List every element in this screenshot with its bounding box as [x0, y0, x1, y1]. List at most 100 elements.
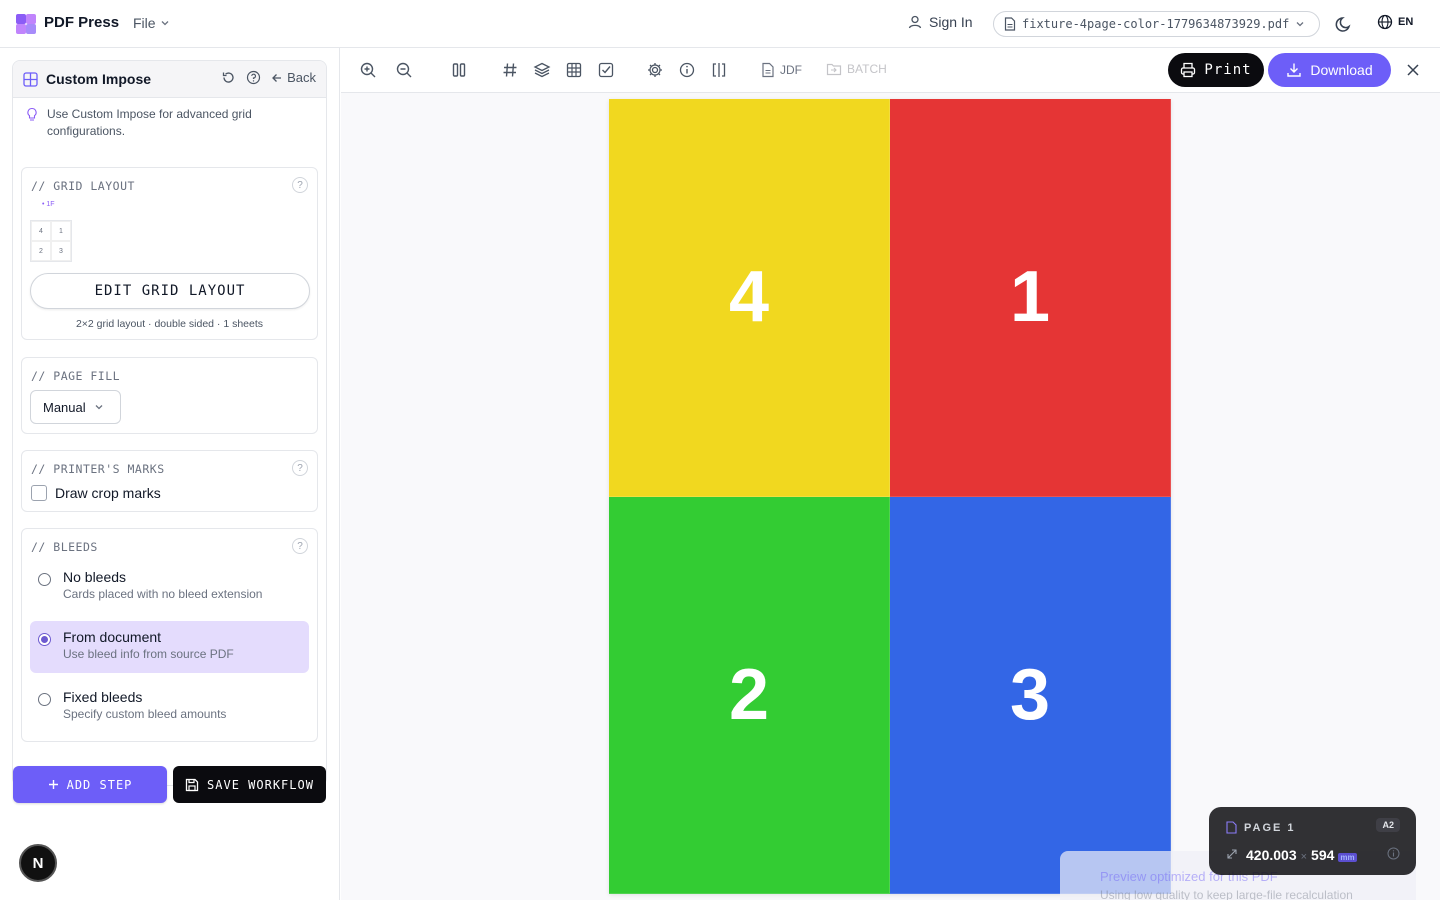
option-label: From document	[63, 629, 162, 645]
add-step-button[interactable]: ADD STEP	[13, 766, 167, 803]
folder-import-icon	[826, 63, 842, 76]
app-name: PDF Press	[44, 14, 120, 31]
page-label: PAGE 1	[1244, 822, 1296, 834]
arrow-left-icon	[272, 73, 282, 82]
chevron-down-icon	[95, 405, 103, 410]
grid-summary: 2×2 grid layout · double sided · 1 sheet…	[75, 318, 264, 330]
save-workflow-label: SAVE WORKFLOW	[207, 777, 314, 792]
bleed-option-fixed[interactable]: Fixed bleeds Specify custom bleed amount…	[30, 681, 309, 733]
custom-impose-panel: Custom Impose Back Use Custom Impose for…	[12, 60, 327, 786]
chevron-down-icon	[1296, 22, 1304, 27]
help-icon[interactable]: ?	[292, 177, 308, 193]
file-name: fixture-4page-color-1779634873929.pdf	[1022, 17, 1290, 31]
sign-in-button[interactable]: Sign In	[907, 14, 973, 30]
option-label: Fixed bleeds	[63, 689, 143, 705]
toolbar: JDF BATCH Print Download	[341, 48, 1440, 93]
download-label: Download	[1310, 62, 1373, 78]
user-icon	[908, 15, 922, 29]
download-button[interactable]: Download	[1268, 53, 1391, 87]
print-button[interactable]: Print	[1168, 53, 1264, 87]
file-select[interactable]: fixture-4page-color-1779634873929.pdf	[993, 11, 1320, 37]
language-label: EN	[1398, 16, 1414, 28]
page-cell: 1	[890, 99, 1171, 497]
file-menu-label: File	[133, 15, 156, 31]
jdf-button[interactable]: JDF	[761, 62, 802, 78]
radio-button[interactable]	[38, 693, 51, 706]
columns-icon[interactable]	[450, 61, 468, 79]
page-dimensions: 420.003 × 594 mm	[1246, 847, 1357, 863]
preview-canvas[interactable]: 4 1 2 3 Preview optimized for this PDF U…	[341, 93, 1440, 900]
option-label: No bleeds	[63, 569, 127, 585]
zoom-in-icon[interactable]	[359, 61, 377, 79]
page-number: 1	[1009, 257, 1051, 338]
grid-cell: 2	[31, 241, 51, 261]
globe-icon	[1377, 14, 1393, 30]
help-circle-icon[interactable]	[246, 70, 261, 85]
info-icon[interactable]	[678, 61, 696, 79]
back-button[interactable]: Back	[271, 70, 316, 85]
grid-face-label: • 1F	[42, 201, 55, 208]
page-size-badge: A2	[1376, 818, 1400, 832]
batch-button[interactable]: BATCH	[826, 62, 887, 76]
page-fill-section: // PAGE FILL Manual	[21, 357, 318, 434]
save-icon	[185, 778, 199, 791]
dev-badge[interactable]: N	[19, 844, 57, 882]
option-description: Specify custom bleed amounts	[63, 707, 227, 721]
hash-icon[interactable]	[501, 61, 519, 79]
bleed-option-from-document[interactable]: From document Use bleed info from source…	[30, 621, 309, 673]
bleed-option-none[interactable]: No bleeds Cards placed with no bleed ext…	[30, 561, 309, 613]
compare-icon[interactable]	[710, 61, 728, 79]
edit-grid-layout-button[interactable]: EDIT GRID LAYOUT	[30, 273, 310, 309]
app-logo-icon	[16, 14, 36, 34]
dimension-separator: ×	[1300, 851, 1308, 863]
grid-layout-section: // GRID LAYOUT ? • 1F 4 1 2 3 EDIT GRID …	[21, 167, 318, 340]
page-cell: 2	[609, 496, 890, 894]
grid-cell: 1	[51, 221, 71, 241]
printer-icon	[1181, 62, 1196, 78]
reset-icon[interactable]	[221, 70, 236, 85]
settings-icon[interactable]	[646, 61, 664, 79]
grid-cell: 3	[51, 241, 71, 261]
section-title: // PRINTER'S MARKS	[31, 462, 165, 476]
page-cell: 4	[609, 99, 890, 497]
section-title: // GRID LAYOUT	[31, 179, 135, 193]
info-icon[interactable]	[1387, 847, 1400, 860]
page-number: 3	[1009, 654, 1051, 735]
file-menu[interactable]: File	[133, 15, 170, 31]
lightbulb-icon	[27, 107, 37, 121]
page-fill-select[interactable]: Manual	[30, 390, 121, 424]
checkbox-icon[interactable]	[597, 61, 615, 79]
zoom-out-icon[interactable]	[395, 61, 413, 79]
language-selector[interactable]: EN	[1377, 14, 1413, 30]
moon-icon[interactable]	[1334, 14, 1354, 34]
grid-preview: 4 1 2 3	[30, 220, 72, 262]
close-icon[interactable]	[1404, 61, 1422, 79]
save-workflow-button[interactable]: SAVE WORKFLOW	[173, 766, 326, 803]
chevron-down-icon	[161, 21, 169, 26]
page-height: 594	[1311, 847, 1335, 863]
imposed-sheet: 4 1 2 3	[609, 99, 1171, 894]
crop-marks-label: Draw crop marks	[55, 485, 161, 501]
crop-marks-checkbox[interactable]: Draw crop marks	[31, 485, 161, 501]
radio-button[interactable]	[38, 633, 51, 646]
page-cell: 3	[890, 496, 1171, 894]
page-number: 4	[728, 257, 770, 338]
hint-message: Use Custom Impose for advanced grid conf…	[13, 98, 326, 148]
printers-marks-section: // PRINTER'S MARKS ? Draw crop marks	[21, 450, 318, 512]
document-icon	[762, 62, 774, 78]
help-icon[interactable]: ?	[292, 538, 308, 554]
table-icon[interactable]	[565, 61, 583, 79]
help-icon[interactable]: ?	[292, 460, 308, 476]
panel-header: Custom Impose Back	[13, 61, 326, 98]
download-icon	[1287, 63, 1302, 77]
checkbox-box[interactable]	[31, 485, 47, 501]
option-description: Use bleed info from source PDF	[63, 647, 234, 661]
option-description: Cards placed with no bleed extension	[63, 587, 263, 601]
radio-button[interactable]	[38, 573, 51, 586]
layers-icon[interactable]	[533, 61, 551, 79]
file-icon	[1004, 17, 1016, 31]
section-title: // BLEEDS	[31, 540, 98, 554]
toast-description: Using low quality to keep large-file rec…	[1100, 888, 1353, 900]
grid-cell: 4	[31, 221, 51, 241]
page-number: 2	[728, 654, 770, 735]
